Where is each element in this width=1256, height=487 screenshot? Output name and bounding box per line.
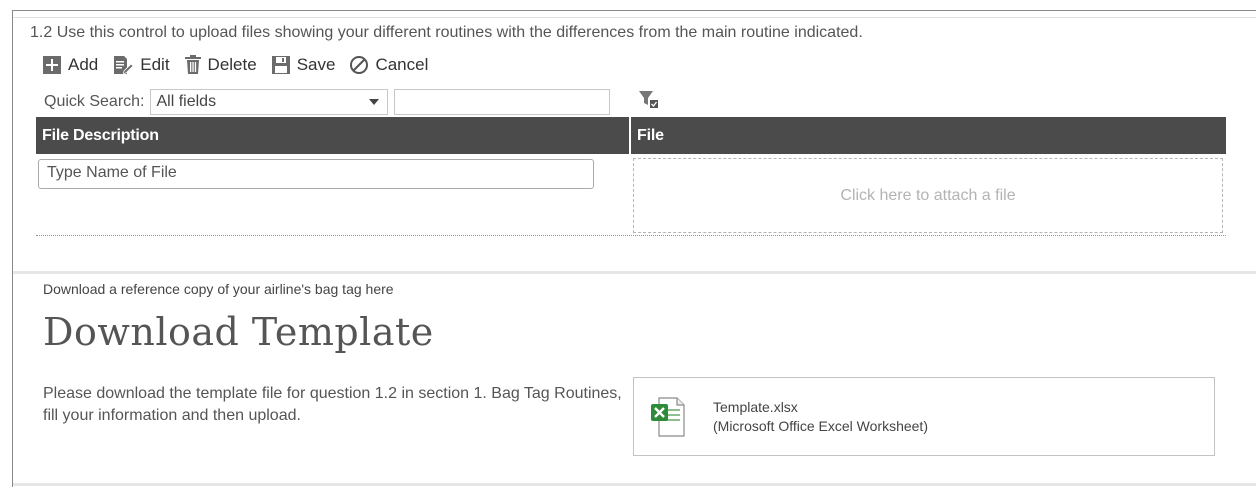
file-type: (Microsoft Office Excel Worksheet) bbox=[713, 417, 928, 434]
download-title: Download Template bbox=[43, 310, 434, 354]
cancel-button[interactable]: Cancel bbox=[349, 55, 428, 75]
download-instructions: Please download the template file for qu… bbox=[43, 385, 622, 424]
cancel-label: Cancel bbox=[375, 55, 429, 74]
file-description-input[interactable]: Type Name of File bbox=[38, 159, 594, 189]
edit-document-icon bbox=[114, 56, 134, 75]
template-file-link[interactable]: Template.xlsx (Microsoft Office Excel Wo… bbox=[633, 377, 1215, 456]
row-divider bbox=[36, 235, 1226, 236]
floppy-disk-icon bbox=[271, 56, 290, 74]
column-header-file[interactable]: File bbox=[631, 117, 1226, 154]
file-info: Template.xlsx (Microsoft Office Excel Wo… bbox=[713, 398, 928, 436]
question-text: 1.2 Use this control to upload files sho… bbox=[30, 24, 863, 41]
attach-file-dropzone[interactable]: Click here to attach a file bbox=[633, 158, 1223, 233]
attach-file-text: Click here to attach a file bbox=[840, 186, 1016, 204]
save-label: Save bbox=[296, 55, 336, 74]
filter-icon bbox=[639, 91, 658, 108]
bottom-divider bbox=[13, 483, 1256, 486]
grid-toolbar: Add Edit Delete Save Cancel bbox=[42, 55, 428, 75]
save-button[interactable]: Save bbox=[271, 55, 336, 75]
panel-top-divider bbox=[13, 17, 1256, 18]
search-field-select[interactable]: All fields bbox=[150, 89, 389, 115]
delete-button[interactable]: Delete bbox=[184, 55, 257, 75]
quick-search-input[interactable] bbox=[394, 89, 611, 115]
chevron-down-icon bbox=[369, 99, 380, 105]
plus-icon bbox=[43, 56, 61, 74]
add-label: Add bbox=[68, 55, 99, 74]
quick-search: Quick Search: All fields bbox=[44, 89, 611, 115]
file-name: Template.xlsx bbox=[713, 398, 798, 415]
search-field-value: All fields bbox=[156, 93, 217, 110]
add-button[interactable]: Add bbox=[42, 55, 98, 75]
excel-file-icon bbox=[651, 396, 685, 437]
column-header-file-description[interactable]: File Description bbox=[36, 117, 631, 154]
edit-button[interactable]: Edit bbox=[112, 55, 170, 75]
cancel-circle-icon bbox=[350, 56, 369, 74]
quick-search-label: Quick Search: bbox=[44, 93, 145, 110]
grid-header: File Description File bbox=[36, 117, 1226, 154]
trash-icon bbox=[184, 55, 201, 74]
filter-button[interactable] bbox=[638, 89, 660, 114]
delete-label: Delete bbox=[207, 55, 257, 74]
download-note: Download a reference copy of your airlin… bbox=[43, 281, 394, 297]
edit-label: Edit bbox=[140, 55, 170, 74]
section-divider bbox=[13, 271, 1256, 274]
